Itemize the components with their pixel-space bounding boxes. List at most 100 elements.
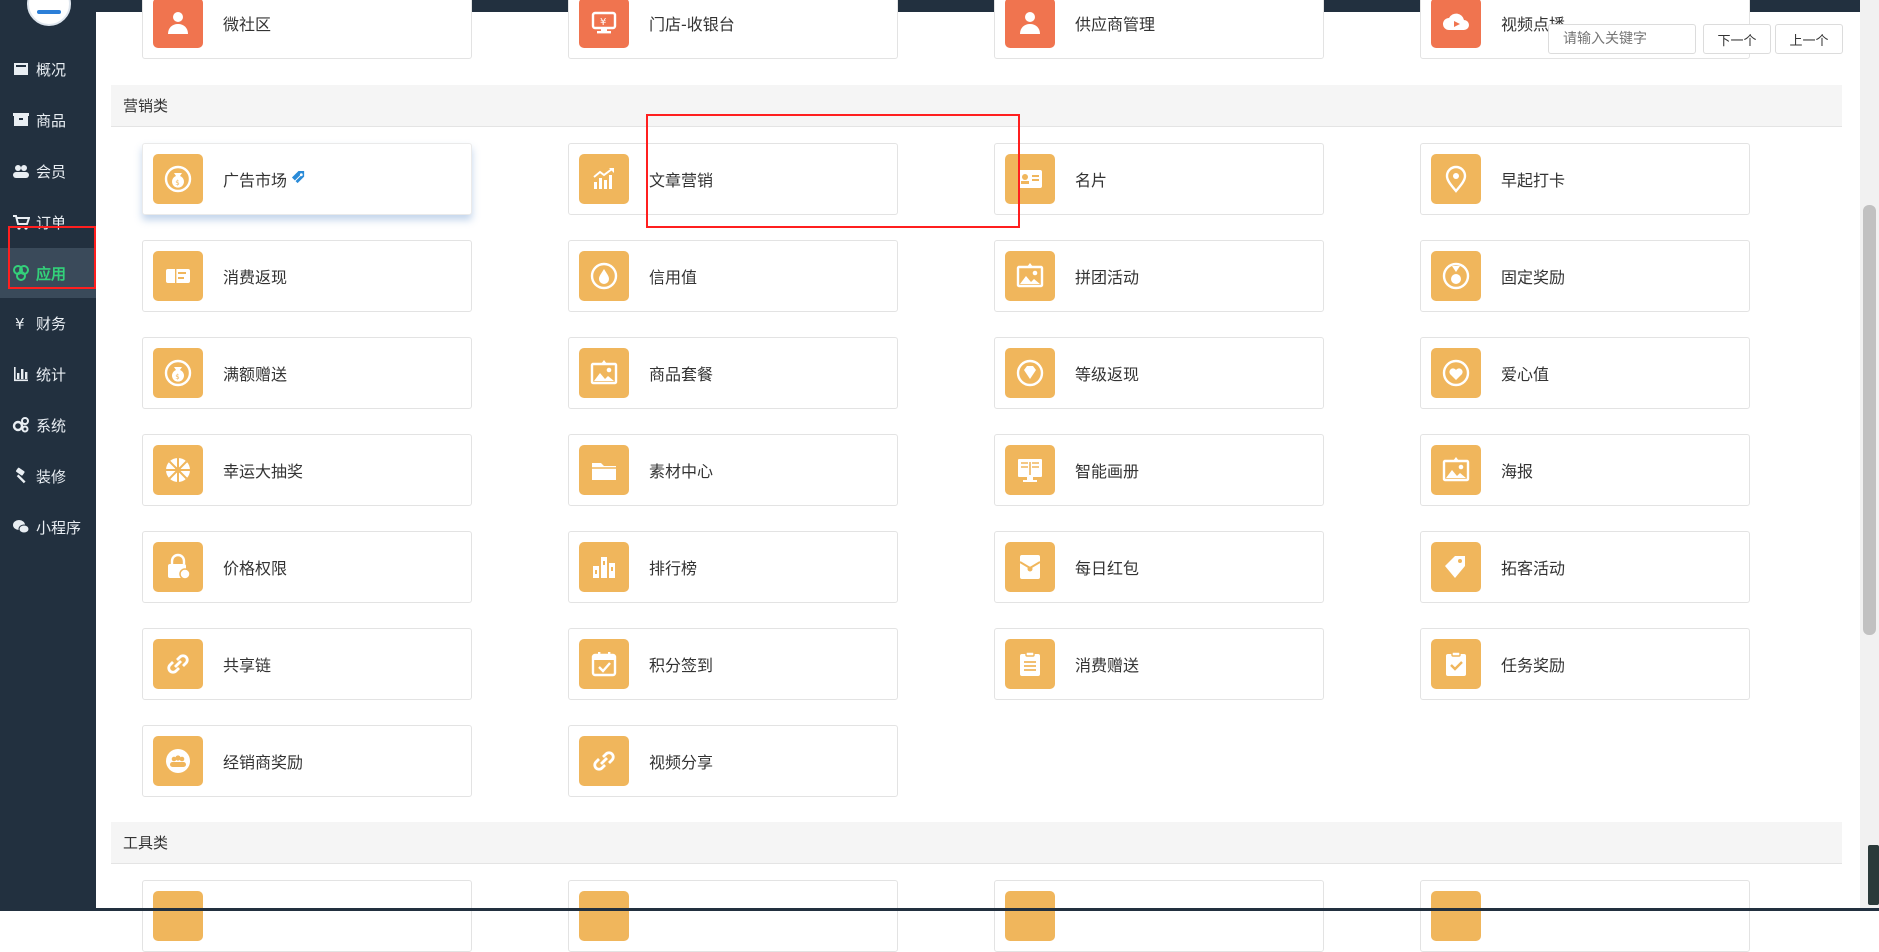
scrollbar-thumb[interactable] xyxy=(1863,205,1876,635)
app-card[interactable]: 任务奖励 xyxy=(1420,628,1750,700)
sidebar-item-label: 系统 xyxy=(36,416,67,435)
app-card[interactable]: 价格权限 xyxy=(142,531,472,603)
community-icon xyxy=(153,0,203,48)
money-bag-icon: $ xyxy=(153,348,203,398)
app-card-label: 每日红包 xyxy=(1075,559,1140,578)
app-card[interactable]: 消费赠送 xyxy=(994,628,1324,700)
app-card-label: 素材中心 xyxy=(649,462,714,481)
app-card[interactable]: ¥ 门店-收银台 xyxy=(568,0,898,59)
users-icon xyxy=(12,162,30,180)
app-card[interactable]: 积分签到 xyxy=(568,628,898,700)
cloud-video-icon xyxy=(1431,0,1481,48)
app-card-label: 信用值 xyxy=(649,268,698,287)
ranking-icon xyxy=(579,542,629,592)
app-card[interactable]: 固定奖励 xyxy=(1420,240,1750,312)
app-card-label: 早起打卡 xyxy=(1501,171,1566,190)
app-card-label: 价格权限 xyxy=(223,559,288,578)
sidebar-item-5[interactable]: ¥ 财务 xyxy=(0,298,96,348)
app-card-label: 任务奖励 xyxy=(1501,656,1566,675)
app-card[interactable]: $ 满额赠送 xyxy=(142,337,472,409)
search-input[interactable] xyxy=(1548,24,1696,54)
app-card-label: 爱心值 xyxy=(1501,365,1550,384)
app-card[interactable]: 视频分享 xyxy=(568,725,898,797)
sidebar-item-6[interactable]: 统计 xyxy=(0,349,96,399)
sidebar-item-0[interactable]: 概况 xyxy=(0,44,96,94)
sidebar-item-7[interactable]: 系统 xyxy=(0,400,96,450)
app-card[interactable]: 消费返现 xyxy=(142,240,472,312)
app-card-label: 供应商管理 xyxy=(1075,15,1156,34)
app-card[interactable]: $ 广告市场 xyxy=(142,143,472,215)
app-icon xyxy=(1005,891,1055,941)
app-grid-main: 微社区 ¥ 门店-收银台 供应商管理 视频点播 营销类 $ 广告市场 文章营销 名片 早起打卡 消费返… xyxy=(96,0,1879,952)
sidebar: 概况商品 会员 订单应用 ¥ 财务统计系统装修小程序 xyxy=(0,0,96,911)
link-icon xyxy=(153,639,203,689)
dashboard-icon xyxy=(12,60,30,78)
app-card[interactable]: 拼团活动 xyxy=(994,240,1324,312)
app-card[interactable]: 文章营销 xyxy=(568,143,898,215)
sidebar-item-2[interactable]: 会员 xyxy=(0,146,96,196)
app-card-label: 积分签到 xyxy=(649,656,714,675)
sidebar-item-9[interactable]: 小程序 xyxy=(0,502,96,552)
ticket-icon xyxy=(153,251,203,301)
sidebar-item-label: 装修 xyxy=(36,467,67,486)
app-card[interactable]: 信用值 xyxy=(568,240,898,312)
group-icon xyxy=(153,736,203,786)
app-card[interactable]: 共享链 xyxy=(142,628,472,700)
yen-icon: ¥ xyxy=(12,314,30,332)
app-card-partial[interactable] xyxy=(994,880,1324,952)
app-card[interactable]: 供应商管理 xyxy=(994,0,1324,59)
cart-icon xyxy=(12,213,30,231)
business-card-icon xyxy=(1005,154,1055,204)
svg-text:$: $ xyxy=(175,179,179,187)
prev-button[interactable]: 上一个 xyxy=(1775,24,1843,54)
location-pin-icon xyxy=(1431,154,1481,204)
section-header-tools: 工具类 xyxy=(111,822,1842,864)
svg-text:$: $ xyxy=(175,373,179,381)
app-card-label: 固定奖励 xyxy=(1501,268,1566,287)
photo-icon xyxy=(1005,251,1055,301)
app-card-partial[interactable] xyxy=(568,880,898,952)
sidebar-item-label: 统计 xyxy=(36,365,67,384)
app-card-label: 拼团活动 xyxy=(1075,268,1140,287)
brand-logo xyxy=(27,0,71,26)
folder-icon xyxy=(579,445,629,495)
svg-text:¥: ¥ xyxy=(600,17,606,28)
app-card-label: 门店-收银台 xyxy=(649,15,735,34)
app-card-label: 满额赠送 xyxy=(223,365,288,384)
sidebar-item-label: 概况 xyxy=(36,60,67,79)
link-icon xyxy=(579,736,629,786)
app-card[interactable]: 爱心值 xyxy=(1420,337,1750,409)
sidebar-item-1[interactable]: 商品 xyxy=(0,95,96,145)
sidebar-item-label: 应用 xyxy=(36,264,67,283)
book-screen-icon xyxy=(1005,445,1055,495)
app-card[interactable]: 商品套餐 xyxy=(568,337,898,409)
sidebar-item-3[interactable]: 订单 xyxy=(0,197,96,247)
app-card-label: 名片 xyxy=(1075,171,1108,190)
sidebar-item-4[interactable]: 应用 xyxy=(0,248,96,298)
price-tag-icon xyxy=(1431,542,1481,592)
app-card[interactable]: 素材中心 xyxy=(568,434,898,506)
app-card[interactable]: 排行榜 xyxy=(568,531,898,603)
app-card[interactable]: 早起打卡 xyxy=(1420,143,1750,215)
app-card-partial[interactable] xyxy=(1420,880,1750,952)
app-card[interactable]: 微社区 xyxy=(142,0,472,59)
apps-icon xyxy=(12,264,30,282)
app-card[interactable]: 海报 xyxy=(1420,434,1750,506)
gears-icon xyxy=(12,416,30,434)
app-card[interactable]: 每日红包 xyxy=(994,531,1324,603)
app-card-label: 文章营销 xyxy=(649,171,714,190)
medal-icon xyxy=(1431,251,1481,301)
clipboard-icon xyxy=(1005,639,1055,689)
app-icon xyxy=(1431,891,1481,941)
app-card[interactable]: 幸运大抽奖 xyxy=(142,434,472,506)
wechat-icon xyxy=(12,518,30,536)
app-card[interactable]: 智能画册 xyxy=(994,434,1324,506)
next-button[interactable]: 下一个 xyxy=(1703,24,1771,54)
app-card-partial[interactable] xyxy=(142,880,472,952)
sidebar-item-8[interactable]: 装修 xyxy=(0,451,96,501)
app-card[interactable]: 等级返现 xyxy=(994,337,1324,409)
app-card[interactable]: 经销商奖励 xyxy=(142,725,472,797)
app-card[interactable]: 名片 xyxy=(994,143,1324,215)
drop-icon xyxy=(579,251,629,301)
app-card[interactable]: 拓客活动 xyxy=(1420,531,1750,603)
